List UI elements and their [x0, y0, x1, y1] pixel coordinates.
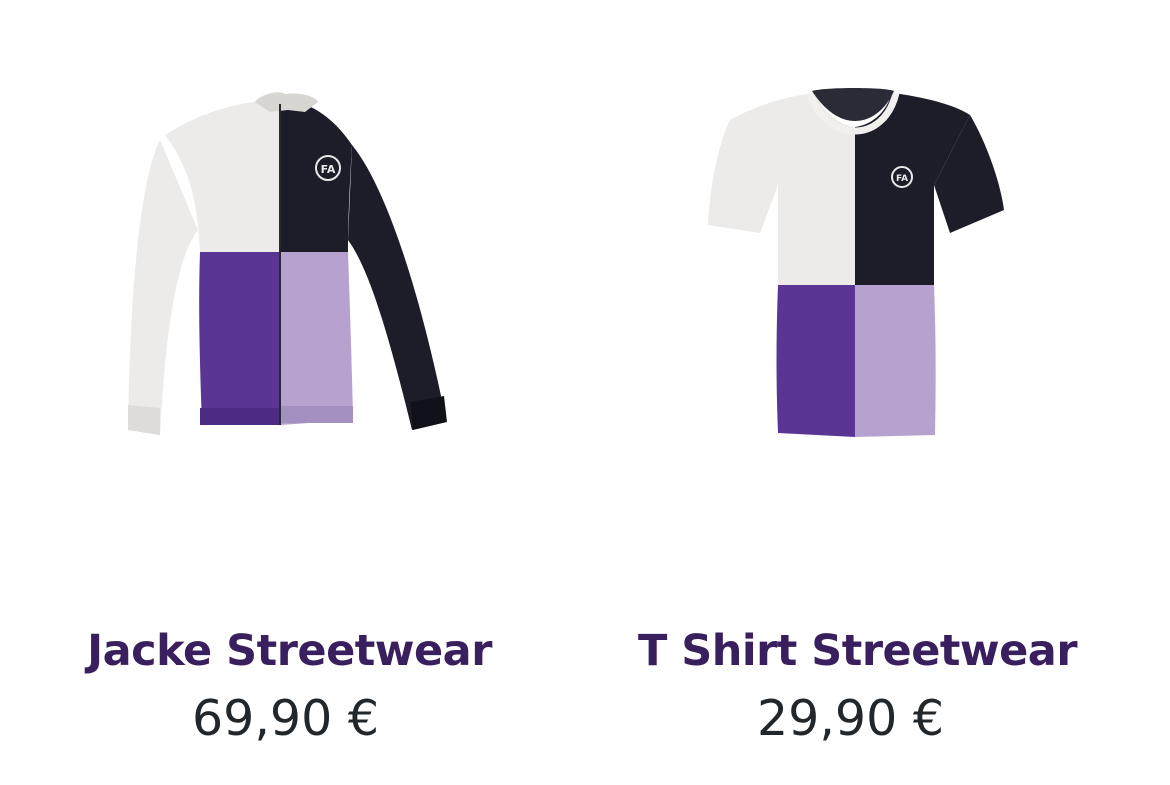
product-title-tshirt[interactable]: T Shirt Streetwear [565, 622, 1150, 680]
product-card-tshirt[interactable]: FA T Shirt Streetwear 29,90 € [570, 0, 1155, 785]
product-card-jacke[interactable]: FA Jacke Streetwear 69,90 € [0, 0, 585, 785]
jacket-upper-right [280, 100, 352, 252]
jacket-left-sleeve [128, 140, 198, 435]
tshirt-lower-left [776, 285, 855, 437]
product-title-jacke[interactable]: Jacke Streetwear [0, 622, 582, 680]
product-image-tshirt[interactable]: FA [700, 85, 1010, 445]
jacket-logo-text: FA [321, 163, 336, 176]
product-price-tshirt: 29,90 € [756, 690, 945, 747]
product-price-jacke: 69,90 € [191, 690, 380, 747]
jacket-right-sleeve [348, 145, 446, 430]
tshirt-logo-text: FA [896, 174, 908, 184]
product-grid: FA Jacke Streetwear 69,90 € FA T Shirt S… [0, 0, 1170, 785]
tshirt-lower-right [855, 285, 936, 437]
jacket-lower-right [280, 252, 353, 425]
product-image-jacket[interactable]: FA [120, 90, 460, 450]
jacket-lower-left [199, 252, 280, 425]
